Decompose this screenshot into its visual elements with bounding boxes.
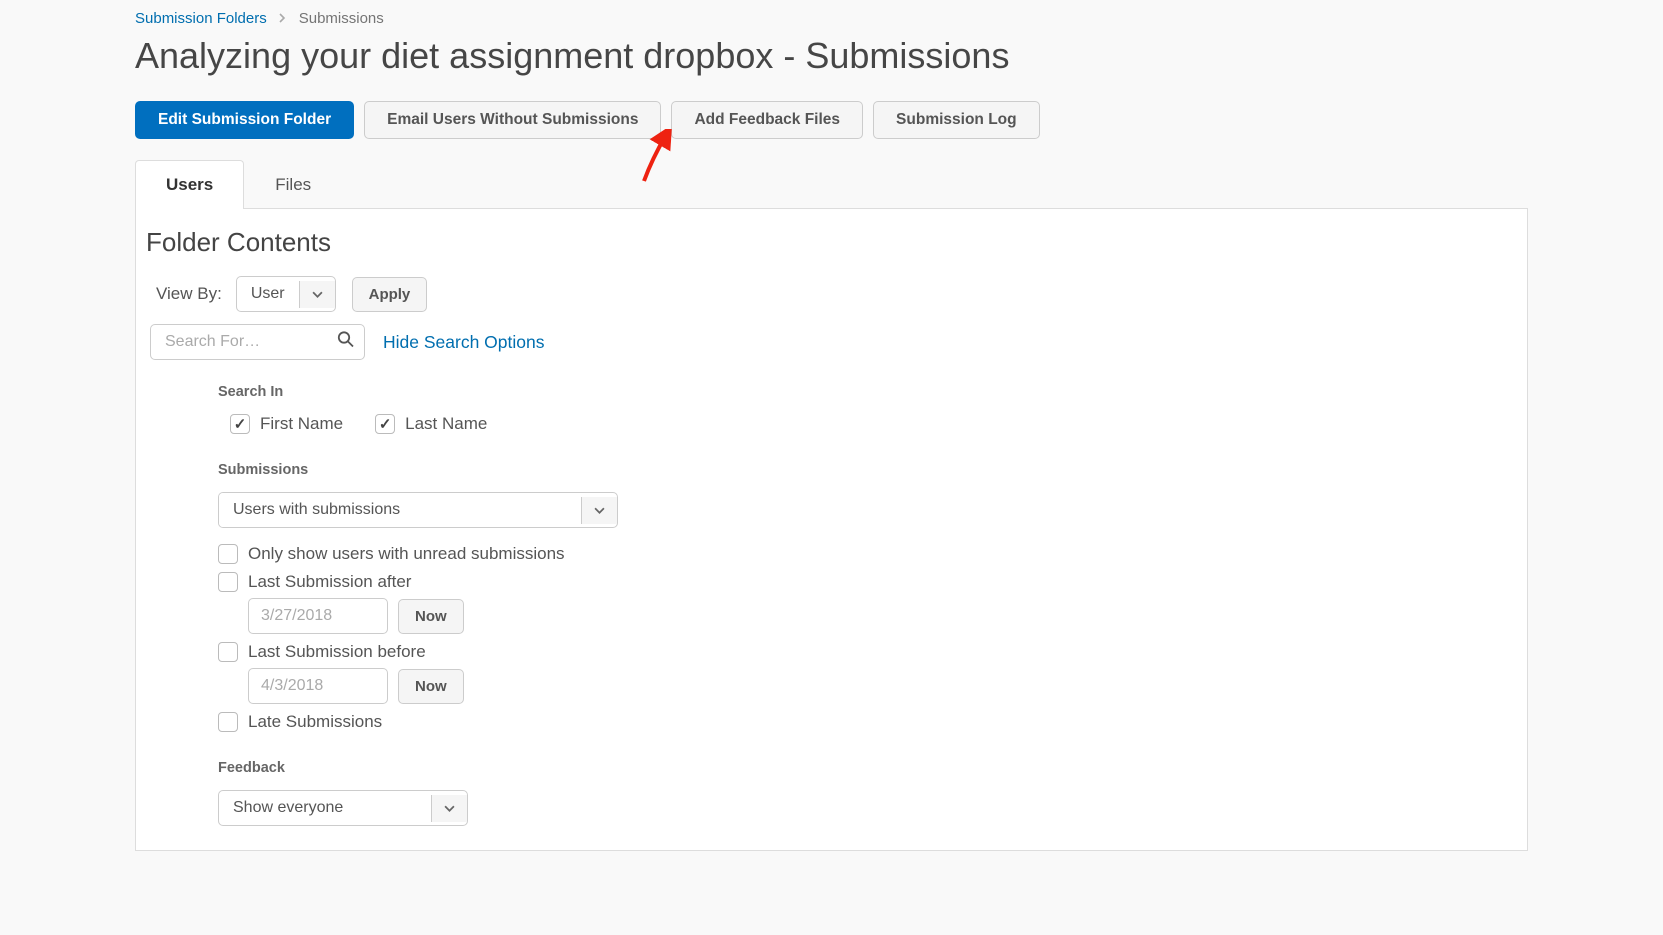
last-submission-after-checkbox[interactable] bbox=[218, 572, 238, 592]
tab-bar: Users Files bbox=[135, 159, 1528, 209]
search-in-heading: Search In bbox=[218, 384, 1517, 400]
add-feedback-files-button[interactable]: Add Feedback Files bbox=[671, 101, 863, 139]
hide-search-options-link[interactable]: Hide Search Options bbox=[383, 332, 544, 353]
last-submission-after-input[interactable] bbox=[248, 598, 388, 634]
tab-users[interactable]: Users bbox=[135, 160, 244, 209]
tab-files[interactable]: Files bbox=[244, 160, 342, 209]
folder-contents-panel: Folder Contents View By: User Apply Hide… bbox=[135, 209, 1528, 851]
feedback-filter-select[interactable]: Show everyone bbox=[218, 790, 468, 826]
view-by-selected: User bbox=[237, 277, 299, 311]
unread-submissions-label: Only show users with unread submissions bbox=[248, 544, 565, 564]
submissions-heading: Submissions bbox=[218, 462, 1517, 478]
submissions-filter-value: Users with submissions bbox=[219, 493, 581, 527]
search-input-wrap bbox=[150, 324, 365, 360]
action-bar: Edit Submission Folder Email Users Witho… bbox=[135, 101, 1528, 139]
view-by-select[interactable]: User bbox=[236, 276, 336, 312]
submission-log-button[interactable]: Submission Log bbox=[873, 101, 1040, 139]
now-button-before[interactable]: Now bbox=[398, 669, 464, 704]
chevron-down-icon bbox=[431, 795, 467, 822]
edit-submission-folder-button[interactable]: Edit Submission Folder bbox=[135, 101, 354, 139]
breadcrumb: Submission Folders Submissions bbox=[135, 0, 1528, 27]
view-by-label: View By: bbox=[156, 284, 222, 304]
unread-submissions-checkbox[interactable] bbox=[218, 544, 238, 564]
feedback-filter-value: Show everyone bbox=[219, 791, 431, 825]
chevron-down-icon bbox=[581, 497, 617, 524]
first-name-checkbox[interactable] bbox=[230, 414, 250, 434]
submissions-filter-select[interactable]: Users with submissions bbox=[218, 492, 618, 528]
last-submission-before-input[interactable] bbox=[248, 668, 388, 704]
email-users-button[interactable]: Email Users Without Submissions bbox=[364, 101, 661, 139]
last-name-checkbox[interactable] bbox=[375, 414, 395, 434]
feedback-heading: Feedback bbox=[218, 760, 1517, 776]
apply-button[interactable]: Apply bbox=[352, 277, 428, 312]
page-title: Analyzing your diet assignment dropbox -… bbox=[135, 35, 1528, 77]
last-name-label: Last Name bbox=[405, 414, 487, 434]
first-name-label: First Name bbox=[260, 414, 343, 434]
last-submission-after-label: Last Submission after bbox=[248, 572, 411, 592]
late-submissions-label: Late Submissions bbox=[248, 712, 382, 732]
last-submission-before-label: Last Submission before bbox=[248, 642, 426, 662]
last-submission-before-checkbox[interactable] bbox=[218, 642, 238, 662]
chevron-down-icon bbox=[299, 281, 335, 308]
breadcrumb-link-folders[interactable]: Submission Folders bbox=[135, 10, 267, 27]
folder-contents-heading: Folder Contents bbox=[146, 227, 1517, 258]
now-button-after[interactable]: Now bbox=[398, 599, 464, 634]
breadcrumb-current: Submissions bbox=[299, 10, 384, 27]
search-input[interactable] bbox=[150, 324, 365, 360]
late-submissions-checkbox[interactable] bbox=[218, 712, 238, 732]
search-icon[interactable] bbox=[337, 331, 355, 354]
chevron-right-icon bbox=[279, 12, 287, 26]
